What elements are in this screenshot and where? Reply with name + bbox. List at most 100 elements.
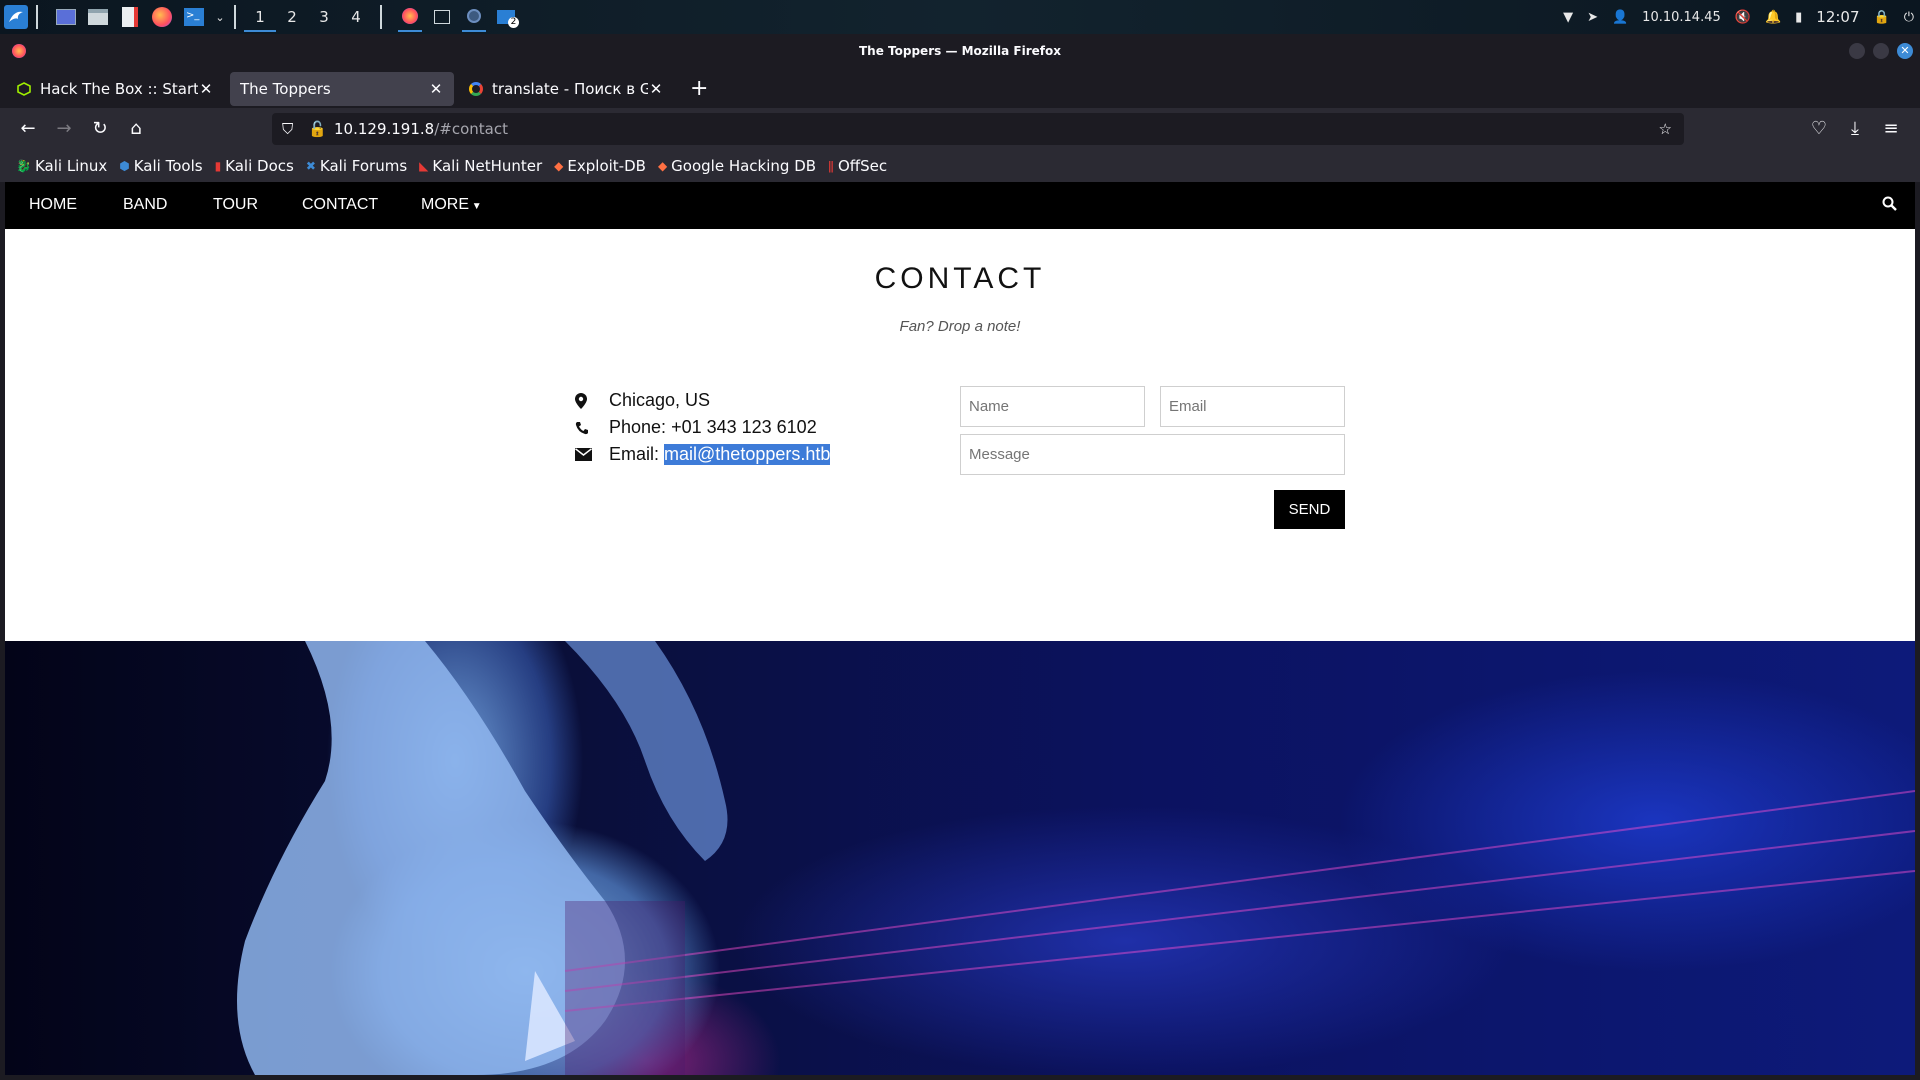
vpn-user-icon[interactable]: 👤	[1612, 10, 1628, 25]
workspace-1[interactable]: 1	[244, 2, 276, 32]
bookmark-label: Google Hacking DB	[671, 157, 817, 175]
envelope-icon	[575, 448, 609, 461]
kali-docs-icon: ▮	[214, 159, 222, 173]
phone-label: Phone:	[609, 417, 672, 437]
map-marker-icon	[575, 392, 609, 409]
offsec-icon: ǁ	[828, 159, 834, 173]
file-manager-icon[interactable]	[86, 5, 110, 29]
nethunter-icon: ◣	[419, 159, 429, 173]
bookmark-label: Kali Docs	[225, 157, 294, 175]
tab-label: Hack The Box :: Starting Point	[40, 80, 198, 98]
bookmark-label: Kali Linux	[34, 157, 108, 175]
location-text: Chicago, US	[609, 390, 711, 410]
forward-arrow-icon[interactable]: →	[52, 117, 76, 141]
nav-band[interactable]: BAND	[123, 196, 167, 214]
nav-contact[interactable]: CONTACT	[302, 196, 378, 214]
taskbar-app-icon[interactable]	[462, 2, 486, 32]
hamburger-menu-icon[interactable]: ≡	[1879, 117, 1903, 141]
bookmark-exploit-db[interactable]: ◆ Exploit-DB	[554, 157, 646, 175]
send-icon[interactable]: ➤	[1587, 10, 1598, 25]
chevron-down-icon[interactable]: ⌄	[214, 5, 226, 29]
bookmark-kali-docs[interactable]: ▮ Kali Docs	[215, 157, 294, 175]
navigation-toolbar: ← → ↻ ⌂ ⛉ 🔓 10.129.191.8/#contact ☆ ♡ ⤓ …	[0, 108, 1920, 150]
bookmark-star-icon[interactable]: ☆	[1659, 120, 1672, 138]
power-icon[interactable]: ⏻	[1904, 10, 1914, 25]
show-desktop-icon[interactable]	[54, 5, 78, 29]
nav-home[interactable]: HOME	[29, 196, 77, 214]
window-titlebar: The Toppers — Mozilla Firefox ✕	[0, 34, 1920, 68]
tab-translate[interactable]: translate - Поиск в Google ✕	[458, 72, 674, 106]
workspace-2[interactable]: 2	[276, 8, 308, 26]
nav-more-dropdown[interactable]: MORE ▼	[421, 196, 482, 214]
email-label: Email:	[609, 444, 665, 464]
bell-icon[interactable]: 🔔	[1765, 10, 1781, 25]
guitarist-hero-image	[5, 641, 1915, 1075]
phone-row: Phone: +01 343 123 6102	[575, 414, 830, 441]
kali-forums-icon: ✖	[305, 159, 316, 173]
email-row: Email: mail@thetoppers.htb	[575, 441, 831, 468]
tab-the-toppers[interactable]: The Toppers ✕	[230, 72, 454, 106]
firefox-launcher-icon[interactable]	[150, 5, 174, 29]
bookmark-label: Kali Tools	[133, 157, 203, 175]
tab-close-icon[interactable]: ✕	[428, 80, 444, 98]
email-input[interactable]	[1160, 386, 1345, 427]
tab-close-icon[interactable]: ✕	[198, 80, 214, 98]
workspace-4[interactable]: 4	[340, 8, 372, 26]
bookmark-label: OffSec	[837, 157, 888, 175]
new-tab-button[interactable]: +	[690, 76, 708, 101]
phone-number[interactable]: +01 343 123 6102	[671, 417, 817, 438]
home-icon[interactable]: ⌂	[124, 117, 148, 141]
battery-icon[interactable]: ▮	[1795, 10, 1802, 25]
tracking-shield-icon[interactable]: ⛉	[282, 120, 293, 138]
url-text[interactable]: 10.129.191.8/#contact	[334, 120, 508, 138]
bookmark-kali-tools[interactable]: ⬢ Kali Tools	[119, 157, 202, 175]
url-host: 10.129.191.8	[334, 120, 435, 138]
close-window-button[interactable]: ✕	[1897, 43, 1913, 59]
tab-htb[interactable]: Hack The Box :: Starting Point ✕	[6, 72, 224, 106]
downloads-icon[interactable]: ⤓	[1843, 117, 1867, 141]
kali-menu-icon[interactable]	[4, 5, 28, 29]
phone-icon	[575, 421, 609, 435]
bookmark-kali-forums[interactable]: ✖ Kali Forums	[306, 157, 407, 175]
terminal-launcher-icon[interactable]: >_	[182, 5, 206, 29]
lock-icon[interactable]: 🔒	[1874, 10, 1890, 25]
url-path: /#contact	[434, 120, 508, 138]
panel-separator	[36, 5, 38, 29]
text-editor-icon[interactable]	[118, 5, 142, 29]
taskbar-terminal-icon[interactable]	[430, 5, 454, 29]
nav-tour[interactable]: TOUR	[213, 196, 258, 214]
mute-icon[interactable]: 🔇	[1735, 10, 1751, 25]
workspace-3[interactable]: 3	[308, 8, 340, 26]
wifi-icon[interactable]: ▼	[1563, 10, 1573, 25]
tab-label: The Toppers	[240, 80, 331, 98]
taskbar-folder-icon[interactable]: 2	[494, 5, 519, 29]
email-address-selected[interactable]: mail@thetoppers.htb	[664, 444, 831, 465]
minimize-button[interactable]	[1849, 43, 1865, 59]
taskbar-firefox-icon[interactable]	[398, 2, 422, 32]
url-bar[interactable]: ⛉ 🔓 10.129.191.8/#contact ☆	[272, 113, 1684, 145]
panel-separator	[234, 5, 236, 29]
site-navbar: HOME BAND TOUR CONTACT MORE ▼	[5, 182, 1915, 229]
pocket-icon[interactable]: ♡	[1807, 117, 1831, 141]
desktop-top-panel: >_ ⌄ 1 2 3 4 2 ▼ ➤ 👤 10.10.14.45 🔇 🔔 ▮ 1…	[0, 0, 1920, 34]
search-icon[interactable]	[1882, 196, 1897, 215]
maximize-button[interactable]	[1873, 43, 1889, 59]
panel-separator	[380, 5, 382, 29]
send-button[interactable]: SEND	[1274, 490, 1345, 529]
back-arrow-icon[interactable]: ←	[16, 117, 40, 141]
bookmark-offsec[interactable]: ǁ OffSec	[828, 157, 887, 175]
tab-close-icon[interactable]: ✕	[648, 80, 664, 98]
insecure-lock-icon[interactable]: 🔓	[308, 120, 327, 138]
bookmark-kali-linux[interactable]: 🐉 Kali Linux	[16, 157, 107, 175]
bookmark-google-hacking-db[interactable]: ◆ Google Hacking DB	[658, 157, 816, 175]
kali-dragon-icon: 🐉	[16, 159, 31, 173]
reload-icon[interactable]: ↻	[88, 117, 112, 141]
bookmark-label: Kali Forums	[319, 157, 408, 175]
nav-more-label: MORE	[421, 196, 469, 213]
google-icon	[468, 81, 484, 97]
clock[interactable]: 12:07	[1816, 8, 1859, 26]
message-input[interactable]	[960, 434, 1345, 475]
contact-tagline: Fan? Drop a note!	[899, 318, 1021, 335]
bookmark-kali-nethunter[interactable]: ◣ Kali NetHunter	[419, 157, 542, 175]
name-input[interactable]	[960, 386, 1145, 427]
